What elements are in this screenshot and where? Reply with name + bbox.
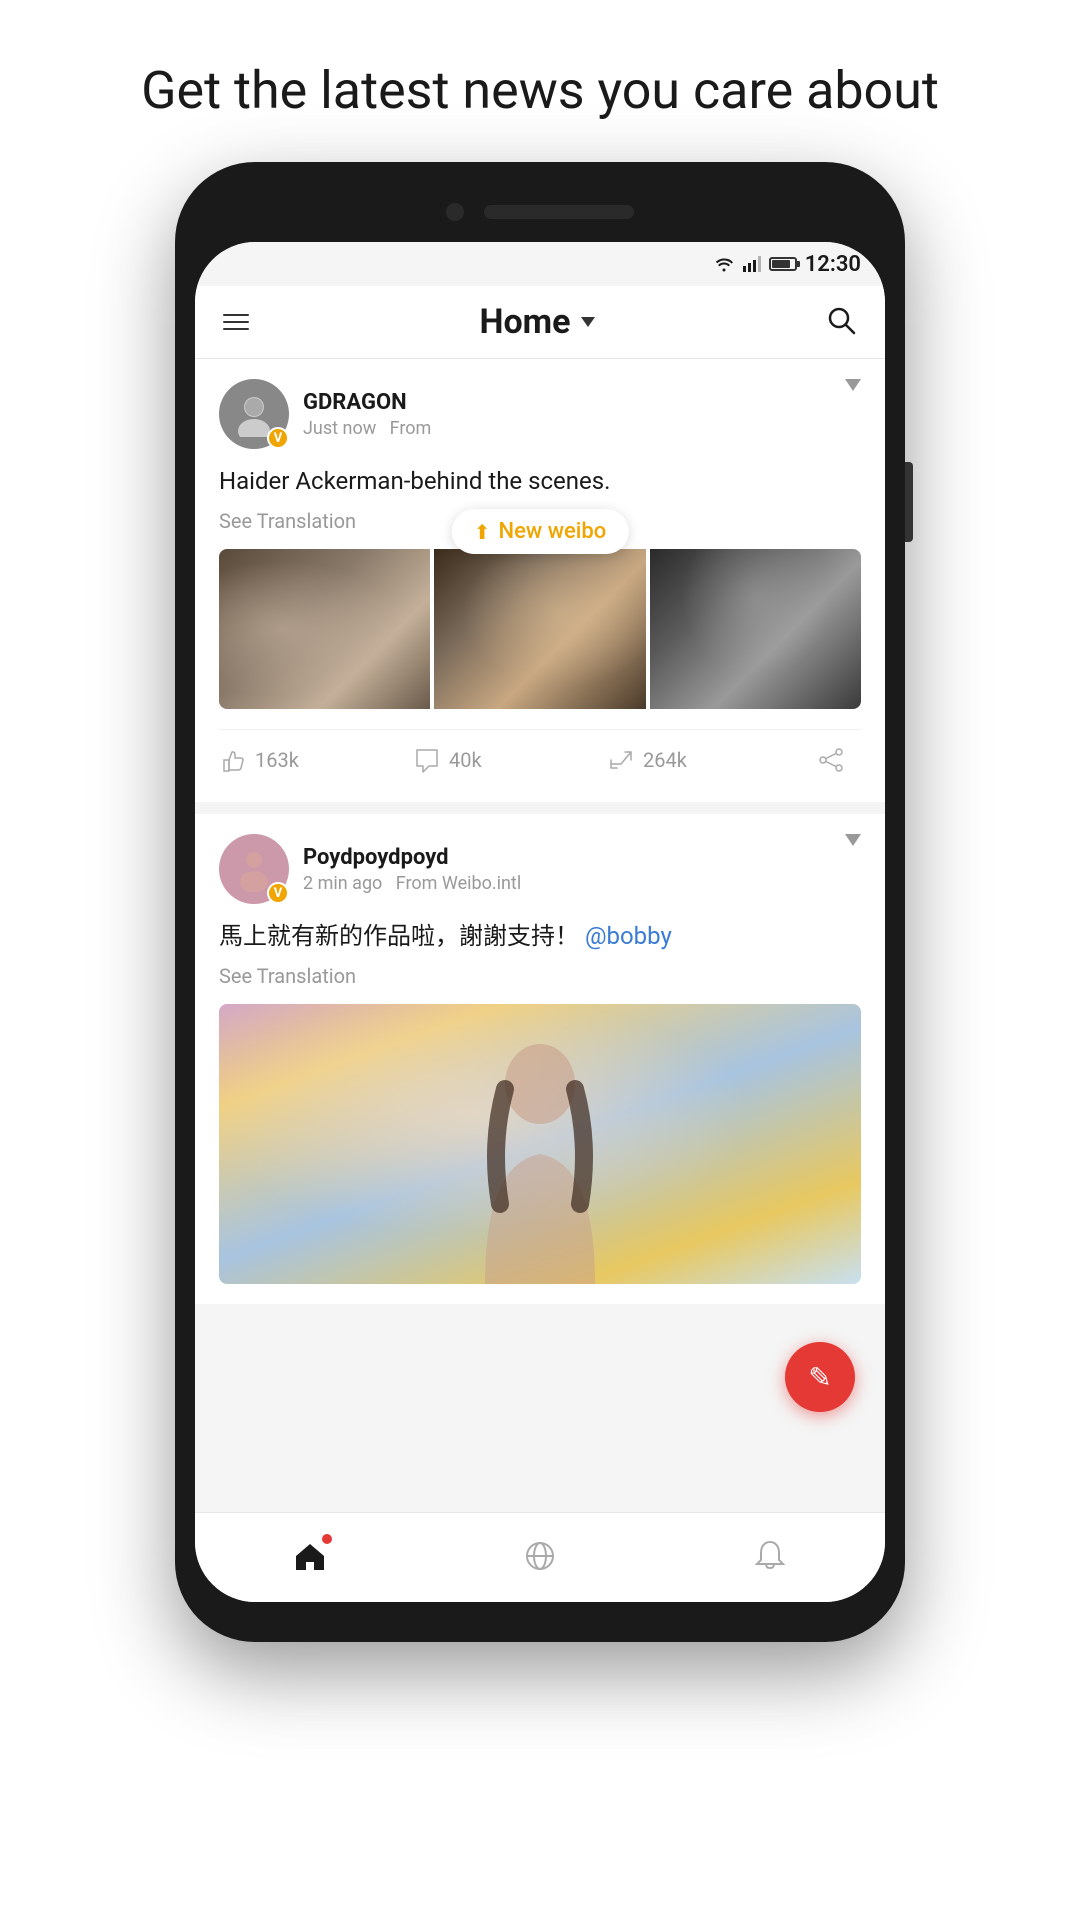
compose-fab-button[interactable]: ✎: [785, 1342, 855, 1412]
comment-count: 40k: [449, 748, 482, 772]
status-icons: 12:30: [713, 252, 861, 277]
username-2: Poydpoydpoyd: [303, 845, 521, 870]
phone-screen: 12:30 Home ⬆: [195, 242, 885, 1602]
signal-icon: [743, 256, 761, 272]
engagement-bar: 163k 40k 264k: [219, 729, 861, 782]
repost-button[interactable]: 264k: [607, 738, 801, 782]
nav-home-button[interactable]: [292, 1538, 328, 1574]
post-card-2: V Poydpoydpoyd 2 min ago From Weibo.intl: [195, 814, 885, 1304]
post-card: V GDRAGON Just now From Hai: [195, 359, 885, 802]
post-image-3[interactable]: [650, 549, 861, 709]
status-bar: 12:30: [195, 242, 885, 286]
home-notification-dot: [322, 1534, 332, 1544]
post-header-2: V Poydpoydpoyd 2 min ago From Weibo.intl: [219, 834, 861, 904]
like-count: 163k: [255, 748, 299, 772]
post-time-2: 2 min ago From Weibo.intl: [303, 873, 521, 894]
phone-frame: 12:30 Home ⬆: [175, 162, 905, 1642]
avatar-wrapper: V: [219, 379, 289, 449]
post-time: Just now From: [303, 418, 431, 439]
portrait-figure: [470, 1024, 610, 1284]
like-button[interactable]: 163k: [219, 738, 413, 782]
new-weibo-arrow-icon: ⬆: [474, 520, 491, 544]
search-button[interactable]: [825, 304, 857, 340]
page-headline: Get the latest news you care about: [61, 0, 1019, 162]
header-title-text: Home: [479, 302, 570, 342]
bottom-nav: [195, 1512, 885, 1602]
time-text: Just now: [303, 418, 376, 439]
explore-icon: [522, 1538, 558, 1574]
menu-icon[interactable]: [223, 314, 249, 330]
new-weibo-label: New weibo: [499, 519, 607, 544]
post-image-1[interactable]: [219, 549, 430, 709]
menu-line-1: [223, 314, 249, 316]
share-button[interactable]: [801, 746, 861, 774]
wifi-icon: [713, 256, 735, 272]
battery-icon: [769, 257, 797, 271]
verified-badge-2: V: [267, 882, 289, 904]
mention-link[interactable]: @bobby: [585, 922, 672, 950]
phone-speaker: [484, 205, 634, 219]
comment-icon: [413, 746, 441, 774]
time-text-2: 2 min ago: [303, 873, 382, 894]
status-time: 12:30: [805, 252, 861, 277]
chevron-down-icon[interactable]: [845, 379, 861, 391]
nav-explore-button[interactable]: [522, 1538, 558, 1574]
repost-icon: [607, 746, 635, 774]
post-user-info: V GDRAGON Just now From: [219, 379, 431, 449]
menu-line-2: [223, 321, 249, 323]
post-text-2: 馬上就有新的作品啦，謝謝支持！: [219, 922, 579, 950]
header-title[interactable]: Home: [479, 302, 594, 342]
like-icon: [219, 746, 247, 774]
chevron-down-icon-2[interactable]: [845, 834, 861, 846]
comment-button[interactable]: 40k: [413, 738, 607, 782]
user-meta: GDRAGON Just now From: [303, 390, 431, 439]
see-translation-button-2[interactable]: See Translation: [219, 964, 861, 988]
avatar-wrapper-2: V: [219, 834, 289, 904]
share-icon: [817, 746, 845, 774]
pencil-icon: ✎: [808, 1361, 831, 1394]
source-text-2: From Weibo.intl: [396, 873, 521, 894]
source-text: From: [390, 418, 432, 439]
menu-line-3: [223, 328, 249, 330]
user-meta-2: Poydpoydpoyd 2 min ago From Weibo.intl: [303, 845, 521, 894]
dropdown-arrow-icon: [581, 317, 595, 327]
verified-badge: V: [267, 427, 289, 449]
repost-count: 264k: [643, 748, 687, 772]
home-icon: [292, 1538, 328, 1574]
bell-icon: [752, 1538, 788, 1574]
post-image-2[interactable]: [434, 549, 645, 709]
post-image-grid: [219, 549, 861, 709]
search-icon: [825, 304, 857, 336]
post-content: Haider Ackerman-behind the scenes.: [219, 463, 861, 499]
phone-side-button: [905, 462, 913, 542]
app-header: Home: [195, 286, 885, 359]
post-image-single[interactable]: [219, 1004, 861, 1284]
phone-top-bar: [195, 182, 885, 242]
new-weibo-badge[interactable]: ⬆ New weibo: [452, 509, 629, 554]
nav-notifications-button[interactable]: [752, 1538, 788, 1574]
phone-camera: [446, 203, 464, 221]
post-header: V GDRAGON Just now From: [219, 379, 861, 449]
username: GDRAGON: [303, 390, 431, 415]
post-user-info-2: V Poydpoydpoyd 2 min ago From Weibo.intl: [219, 834, 521, 904]
post-content-2: 馬上就有新的作品啦，謝謝支持！ @bobby: [219, 918, 861, 954]
